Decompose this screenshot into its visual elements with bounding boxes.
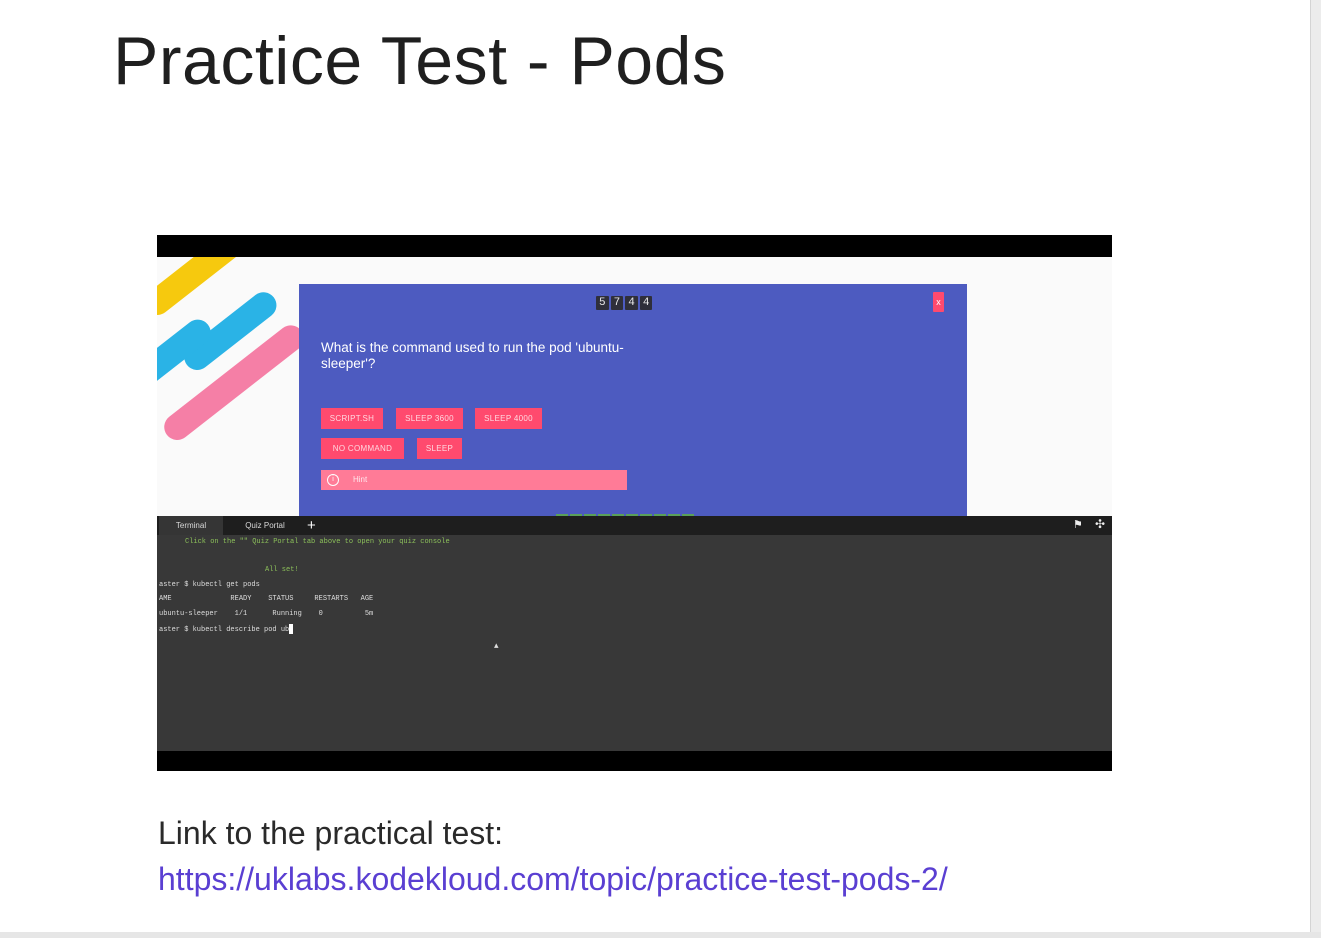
terminal-line: ubuntu-sleeper 1/1 Running 0 5m — [159, 610, 374, 618]
hint-button[interactable]: i Hint — [321, 470, 627, 490]
terminal-output[interactable]: Click on the "" Quiz Portal tab above to… — [157, 535, 1112, 751]
info-icon: i — [327, 474, 339, 486]
terminal-cursor — [289, 624, 294, 634]
answer-sleep-3600-button[interactable]: SLEEP 3600 — [396, 408, 463, 429]
terminal-line: Click on the "" Quiz Portal tab above to… — [185, 538, 450, 546]
video-letterbox-bottom — [157, 751, 1112, 771]
answer-sleep-button[interactable]: SLEEP — [417, 438, 462, 459]
page-title: Practice Test - Pods — [113, 23, 727, 99]
timer-digit: 5 — [596, 296, 609, 310]
move-icon[interactable]: ✣ — [1095, 517, 1105, 531]
add-tab-icon[interactable]: + — [307, 516, 316, 535]
terminal-line: All set! — [265, 566, 299, 574]
timer-digit: 4 — [625, 296, 638, 310]
timer-digit: 7 — [610, 296, 624, 310]
quiz-timer: 5 7 4 4 — [596, 296, 653, 310]
quiz-question: What is the command used to run the pod … — [321, 340, 624, 371]
window-bottom-edge — [0, 932, 1321, 938]
terminal-command: aster $ kubectl describe pod ub — [159, 625, 290, 634]
answer-no-command-button[interactable]: NO COMMAND — [321, 438, 404, 459]
megaphone-icon[interactable]: ⚑ — [1073, 518, 1083, 531]
timer-digit: 4 — [639, 296, 653, 310]
quiz-area: 5 7 4 4 x What is the command used to ru… — [157, 257, 1112, 516]
hint-label: Hint — [353, 475, 368, 484]
window-edge — [1310, 0, 1321, 938]
practice-test-link[interactable]: https://uklabs.kodekloud.com/topic/pract… — [158, 861, 948, 898]
quiz-close-button[interactable]: x — [933, 292, 944, 312]
answer-sleep-4000-button[interactable]: SLEEP 4000 — [475, 408, 542, 429]
tab-terminal[interactable]: Terminal — [159, 516, 223, 535]
mouse-pointer-icon: ▴ — [494, 640, 499, 650]
quiz-panel: 5 7 4 4 x What is the command used to ru… — [299, 284, 967, 516]
link-label: Link to the practical test: — [158, 815, 504, 851]
terminal-prompt-line: aster $ kubectl describe pod ub — [159, 624, 294, 634]
terminal-line: AME READY STATUS RESTARTS AGE — [159, 595, 374, 603]
embedded-screenshot: 5 7 4 4 x What is the command used to ru… — [157, 235, 1112, 771]
answer-script-sh-button[interactable]: SCRIPT.SH — [321, 408, 383, 429]
tab-quiz-portal[interactable]: Quiz Portal — [227, 516, 303, 535]
terminal-tab-bar: Terminal Quiz Portal + ⚑ ✣ — [157, 516, 1112, 535]
video-letterbox-top — [157, 235, 1112, 257]
terminal-line: aster $ kubectl get pods — [159, 581, 260, 589]
